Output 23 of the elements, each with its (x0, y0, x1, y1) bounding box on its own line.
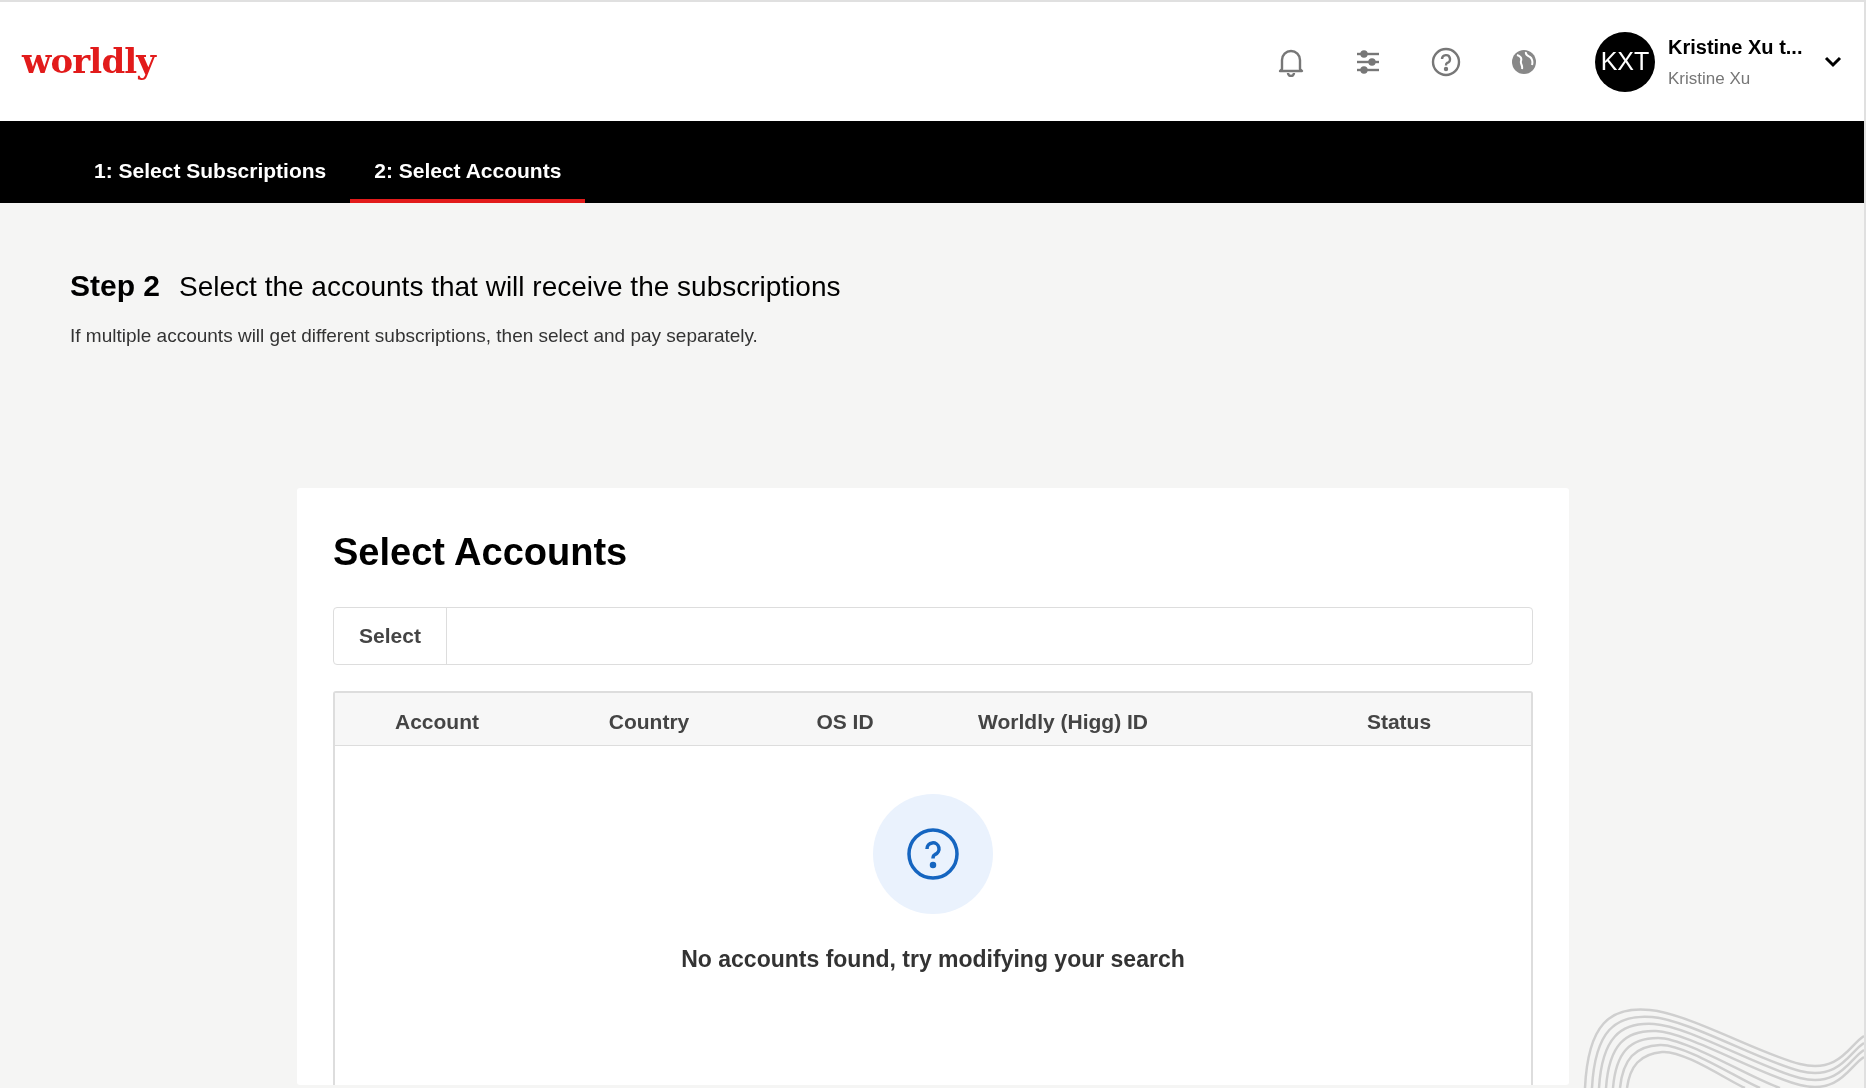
step-label: Step 2 (70, 268, 161, 304)
empty-message: No accounts found, try modifying your search (681, 945, 1185, 974)
column-header: Worldly (Higg) ID (978, 709, 1148, 735)
user-account: Kristine Xu (1668, 67, 1752, 90)
logo[interactable]: worldly (22, 36, 156, 87)
user-name: Kristine Xu t... (1668, 34, 1804, 60)
question-icon (906, 827, 960, 881)
select-field[interactable]: Select (333, 607, 1533, 665)
user-avatar: KXT (1595, 31, 1655, 92)
column-header: OS ID (816, 709, 874, 735)
column-header: Account (395, 709, 479, 735)
select-label: Select (334, 608, 447, 664)
globe-icon[interactable] (1511, 48, 1537, 75)
step-tab[interactable]: 1: Select Subscriptions (70, 143, 351, 203)
step-description: If multiple accounts will get different subscriptions, then select and pay separately. (70, 324, 759, 348)
sliders-icon[interactable] (1355, 48, 1381, 75)
column-header: Country (608, 709, 690, 735)
card-title: Select Accounts (333, 530, 629, 575)
chevron-down-icon[interactable] (1824, 55, 1842, 68)
step-title: Select the accounts that will receive the subscriptions (179, 270, 841, 304)
step-tab[interactable]: 2: Select Accounts (350, 143, 586, 203)
column-header: Status (1366, 709, 1432, 735)
help-icon[interactable] (1431, 46, 1461, 77)
